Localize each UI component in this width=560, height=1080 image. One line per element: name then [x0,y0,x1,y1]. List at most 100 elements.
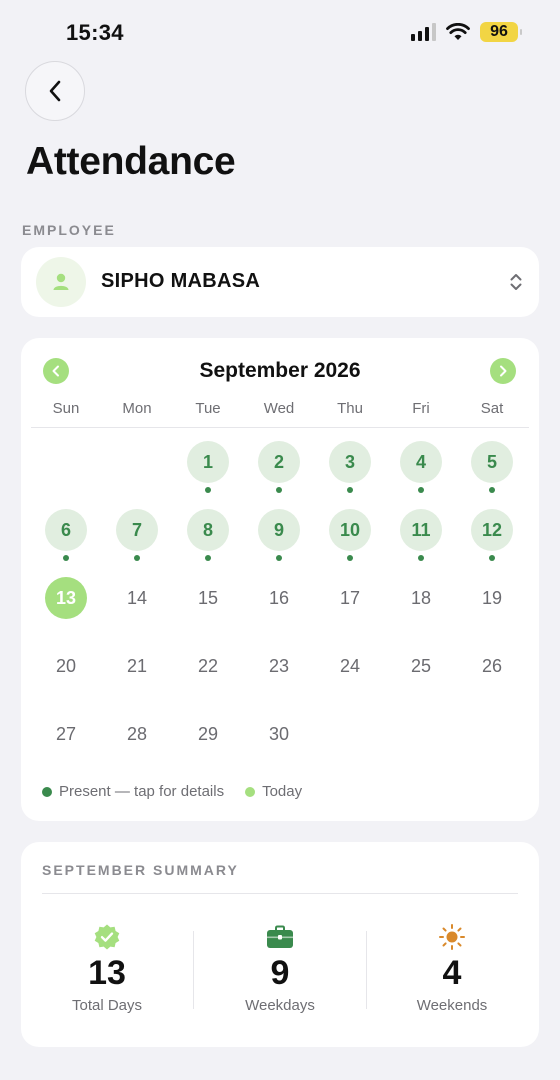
calendar-day-25: 25 [391,636,451,696]
day-number: 22 [197,655,219,676]
day-number: 16 [268,587,290,608]
calendar-day-26: 26 [462,636,522,696]
total-days-value: 13 [88,954,126,992]
status-time: 15:34 [66,20,124,45]
chevron-left-icon [49,80,61,102]
calendar-day-17: 17 [320,568,380,628]
calendar-day-14: 14 [107,568,167,628]
weekday-mon: Mon [122,400,152,417]
day-number: 20 [55,655,77,676]
employee-section-label: EMPLOYEE [22,222,116,238]
day-number: 26 [481,655,503,676]
employee-name: SIPHO MABASA [101,270,261,292]
next-month-button[interactable] [490,358,516,384]
calendar-card: September 2026 Sun Mon Tue Wed Thu Fri Sat 123… [21,338,539,821]
calendar-day-18: 18 [391,568,451,628]
day-number: 4 [400,441,442,483]
calendar-day-19: 19 [462,568,522,628]
verified-badge-icon [94,924,120,950]
calendar-day-21: 21 [107,636,167,696]
weekdays-stat: 9 Weekdays [210,922,350,1014]
present-dot [205,487,211,493]
divider [42,893,518,894]
weekday-wed: Wed [263,400,295,417]
chevron-up-down-icon [510,274,522,290]
avatar [36,257,86,307]
weekdays-value: 9 [270,954,290,992]
day-number: 10 [329,509,371,551]
day-number: 18 [410,587,432,608]
day-number: 23 [268,655,290,676]
summary-card: SEPTEMBER SUMMARY 13 Total Days 9 Weekda… [21,842,539,1047]
day-number: 2 [258,441,300,483]
month-title: September 2026 [199,359,361,382]
day-number: 1 [187,441,229,483]
chevron-right-icon [500,365,507,377]
present-dot [347,487,353,493]
day-number: 12 [471,509,513,551]
weekday-fri: Fri [412,400,430,417]
back-button[interactable] [25,61,85,121]
present-dot [418,487,424,493]
present-dot [205,555,211,561]
calendar-day-22: 22 [178,636,238,696]
calendar-day-24: 24 [320,636,380,696]
calendar-day-16: 16 [249,568,309,628]
divider [366,931,367,1009]
calendar-day-28: 28 [107,704,167,764]
day-number: 11 [400,509,442,551]
weekdays-label: Weekdays [245,997,315,1014]
legend-present-label: Present — tap for details [59,783,225,800]
page-title: Attendance [26,140,236,183]
calendar-day-3[interactable]: 3 [320,432,380,493]
present-dot [63,555,69,561]
day-number: 8 [187,509,229,551]
calendar-legend: Present — tap for details Today [42,783,323,800]
day-number: 3 [329,441,371,483]
employee-selector[interactable]: SIPHO MABASA [21,247,539,317]
calendar-day-5[interactable]: 5 [462,432,522,493]
legend-today-label: Today [262,783,303,800]
day-number: 21 [126,655,148,676]
weekday-thu: Thu [337,400,363,417]
total-days-stat: 13 Total Days [37,922,177,1014]
weekends-value: 4 [442,954,462,992]
present-dot [134,555,140,561]
calendar-day-9[interactable]: 9 [249,500,309,561]
calendar-day-4[interactable]: 4 [391,432,451,493]
present-legend-dot [42,786,52,797]
sun-icon [439,924,465,950]
cellular-signal-icon [411,23,436,41]
calendar-day-29: 29 [178,704,238,764]
calendar-day-8[interactable]: 8 [178,500,238,561]
calendar-day-7[interactable]: 7 [107,500,167,561]
day-number: 13 [45,577,87,619]
present-dot [489,487,495,493]
today-legend-dot [245,786,256,797]
present-dot [418,555,424,561]
calendar-day-6[interactable]: 6 [36,500,96,561]
weekday-tue: Tue [195,400,221,417]
day-number: 28 [126,723,148,744]
battery-indicator: 96 [480,22,522,42]
calendar-day-15: 15 [178,568,238,628]
calendar-day-20: 20 [36,636,96,696]
day-number: 25 [410,655,432,676]
calendar-day-30: 30 [249,704,309,764]
calendar-day-1[interactable]: 1 [178,432,238,493]
calendar-day-11[interactable]: 11 [391,500,451,561]
day-number: 24 [339,655,361,676]
calendar-day-12[interactable]: 12 [462,500,522,561]
briefcase-icon [267,925,293,948]
present-dot [276,555,282,561]
day-number: 29 [197,723,219,744]
calendar-day-13[interactable]: 13 [36,568,96,628]
calendar-day-10[interactable]: 10 [320,500,380,561]
person-icon [53,273,69,290]
calendar-day-27: 27 [36,704,96,764]
present-dot [489,555,495,561]
day-number: 6 [45,509,87,551]
divider [31,427,529,428]
day-number: 5 [471,441,513,483]
calendar-day-2[interactable]: 2 [249,432,309,493]
